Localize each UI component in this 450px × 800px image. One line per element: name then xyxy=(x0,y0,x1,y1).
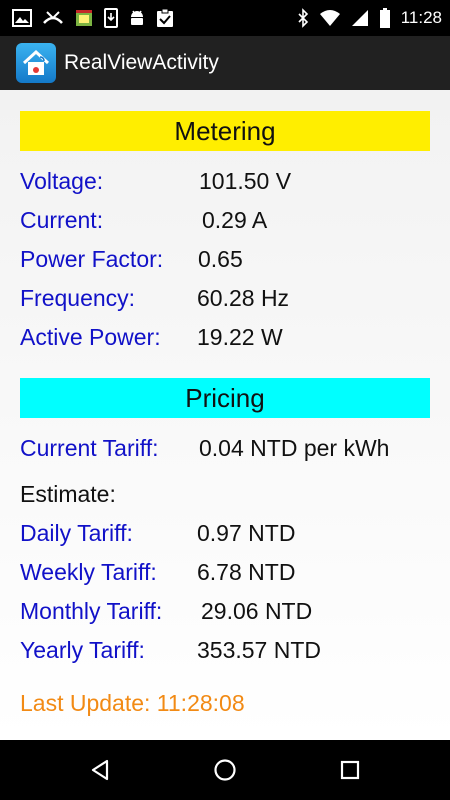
wifi-icon xyxy=(319,9,341,27)
status-bar: 11:28 xyxy=(0,0,450,36)
app-home-icon xyxy=(16,43,56,83)
daily-tariff-label: Daily Tariff: xyxy=(20,520,133,546)
frequency-label: Frequency: xyxy=(20,285,136,311)
current-tariff-label: Current Tariff: xyxy=(20,435,159,461)
back-triangle-icon xyxy=(91,759,109,781)
action-bar: RealViewActivity xyxy=(0,36,450,90)
store-icon xyxy=(74,8,94,28)
yearly-tariff-label: Yearly Tariff: xyxy=(20,637,145,663)
back-button[interactable] xyxy=(82,752,118,788)
signal-icon xyxy=(351,9,369,27)
battery-icon xyxy=(379,8,391,28)
voltage-value: 101.50 V xyxy=(199,168,292,194)
home-circle-icon xyxy=(214,759,236,781)
home-button[interactable] xyxy=(207,752,243,788)
power-factor-value: 0.65 xyxy=(198,246,243,272)
monthly-tariff-label: Monthly Tariff: xyxy=(20,598,163,624)
recents-button[interactable] xyxy=(332,752,368,788)
active-power-value: 19.22 W xyxy=(197,324,283,350)
monthly-tariff-value: 29.06 NTD xyxy=(201,598,313,624)
weekly-tariff-label: Weekly Tariff: xyxy=(20,559,157,585)
recents-square-icon xyxy=(340,760,360,780)
metering-header: Metering xyxy=(20,111,430,151)
current-tariff-value: 0.04 NTD per kWh xyxy=(199,435,390,461)
main-content: Metering Voltage: 101.50 V Current: 0.29… xyxy=(0,90,450,740)
daily-tariff-value: 0.97 NTD xyxy=(197,520,296,546)
active-power-label: Active Power: xyxy=(20,324,161,350)
clipboard-check-icon xyxy=(156,8,174,28)
status-time: 11:28 xyxy=(400,8,442,27)
power-factor-label: Power Factor: xyxy=(20,246,164,272)
yearly-tariff-value: 353.57 NTD xyxy=(197,637,322,663)
voltage-label: Voltage: xyxy=(20,168,104,194)
missed-call-icon xyxy=(42,9,64,27)
estimate-label: Estimate: xyxy=(20,481,116,507)
pricing-header: Pricing xyxy=(20,378,430,418)
image-icon xyxy=(12,9,32,27)
frequency-value: 60.28 Hz xyxy=(197,285,290,311)
bluetooth-icon xyxy=(297,8,309,28)
navigation-bar xyxy=(0,740,450,800)
app-title: RealViewActivity xyxy=(64,51,219,74)
weekly-tariff-value: 6.78 NTD xyxy=(197,559,296,585)
phone-download-icon xyxy=(104,8,118,28)
last-update-text: Last Update: 11:28:08 xyxy=(20,690,245,716)
current-value: 0.29 A xyxy=(202,207,268,233)
current-label: Current: xyxy=(20,207,104,233)
android-debug-icon xyxy=(128,8,146,28)
